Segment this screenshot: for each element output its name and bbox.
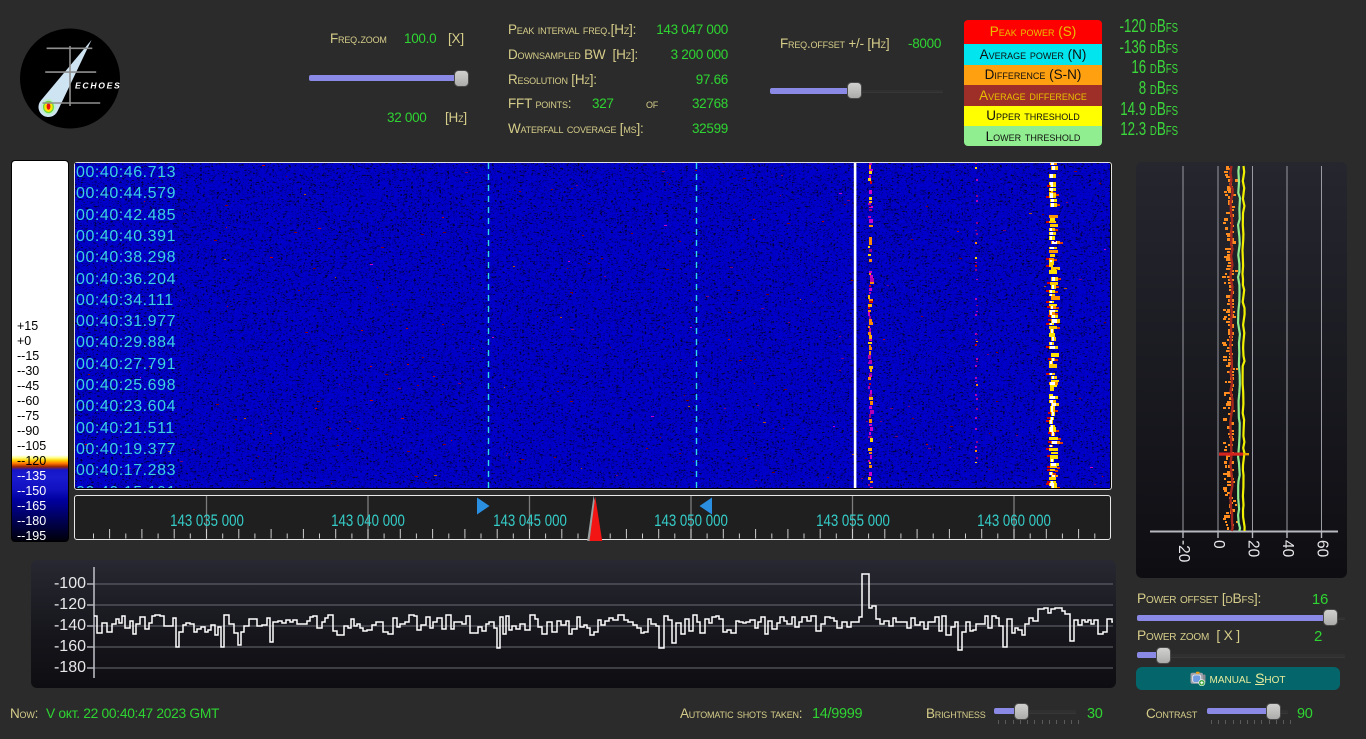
svg-text:ECHOES: ECHOES (75, 81, 122, 91)
